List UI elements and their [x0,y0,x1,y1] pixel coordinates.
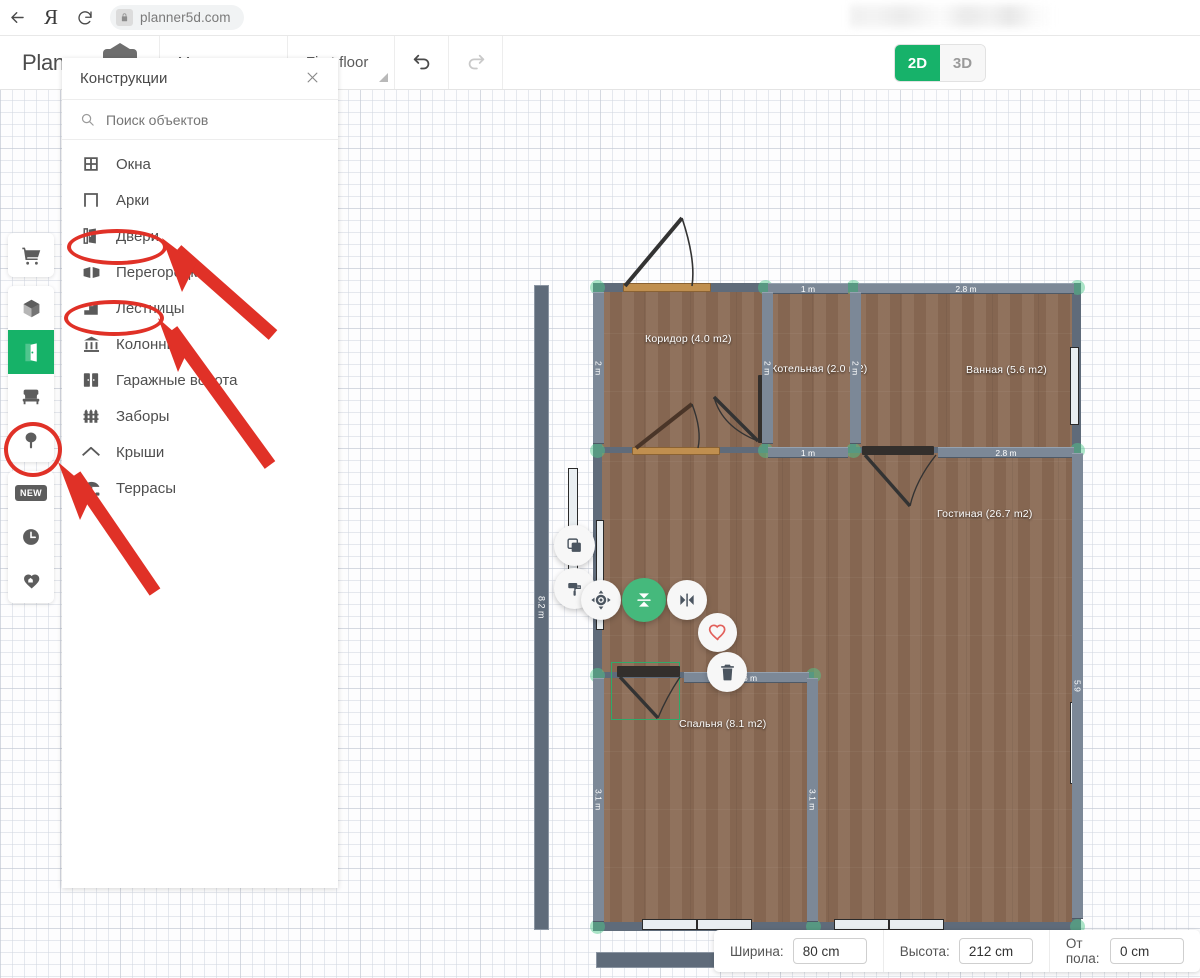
width-label: Ширина: [730,943,784,959]
column-icon [80,335,102,354]
floor-offset-label: От пола: [1065,936,1100,966]
floor-offset-input[interactable]: 0 cm [1110,938,1184,964]
room-label-vannaya: Ванная (5.6 m2) [966,364,1047,376]
move-icon[interactable] [581,580,621,620]
favorite-icon[interactable] [698,613,737,652]
panel-item-label: Гаражные ворота [116,371,238,389]
redacted-region [850,5,1050,27]
favorites-icon[interactable] [8,559,54,603]
dim-mid-left[interactable]: 1 m [768,447,848,458]
panel-item-garazhnye-vorota[interactable]: Гаражные ворота [62,362,338,398]
constructions-icon[interactable] [8,330,54,374]
left-toolbar: NEW [8,233,54,603]
height-group: Высота: 212 cm [884,930,1050,972]
dim-boiler-right[interactable]: 2 m [850,292,861,444]
toolbar-group-cart [8,233,54,277]
partition-icon [80,263,102,282]
panel-item-terrasy[interactable]: Террасы [62,470,338,506]
window-bottom-2[interactable] [697,919,752,930]
view-2d-button[interactable]: 2D [895,45,940,81]
dim-boiler-left[interactable]: 2 m [762,292,773,444]
wall-node[interactable] [590,443,605,458]
reload-icon[interactable] [68,1,102,35]
window-bottom-4[interactable] [889,919,944,930]
materials-icon[interactable] [8,286,54,330]
door-swing-arc-bedroom [618,675,681,720]
arch-icon [80,191,102,209]
redo-icon[interactable] [449,36,504,89]
dim-right-side[interactable]: 5.9 [1072,453,1083,919]
door-swing-arc-boiler [712,395,760,443]
room-label-gostinaya: Гостиная (26.7 m2) [937,508,1033,520]
panel-item-label: Заборы [116,407,170,425]
width-input[interactable]: 80 cm [792,938,867,964]
dim-top-right[interactable]: 2.8 m [858,283,1074,294]
undo-icon[interactable] [395,36,450,89]
back-arrow-icon[interactable] [0,1,34,35]
panel-title: Конструкции [80,70,168,87]
panel-item-label: Окна [116,155,151,173]
new-badge-icon[interactable]: NEW [8,471,54,515]
search-row[interactable] [62,100,338,140]
room-label-koridor: Коридор (4.0 m2) [645,333,732,345]
window-bottom-1[interactable] [642,919,697,930]
panel-item-okna[interactable]: Окна [62,146,338,182]
annotation-ellipse-doors [64,300,164,336]
door-swing-arc-living [863,453,937,508]
terrace-icon [80,479,102,498]
width-group: Ширина: 80 cm [714,930,884,972]
app-root: Я planner5d.com Planner 5d Мои проекты F… [0,0,1200,978]
window-right-upper[interactable] [1070,347,1079,425]
garage-door-icon [80,371,102,389]
view-3d-button[interactable]: 3D [940,45,985,81]
lock-icon [116,9,133,26]
flip-h-icon[interactable] [667,580,707,620]
floor-offset-group: От пола: 0 cm [1050,930,1200,972]
object-properties-bar: Ширина: 80 cm Высота: 212 cm От пола: 0 … [714,930,1200,972]
cart-icon[interactable] [8,233,54,277]
search-input[interactable] [106,111,296,128]
yandex-logo-icon: Я [43,5,58,29]
delete-icon[interactable] [707,652,747,692]
toolbar-group-extras: NEW [8,471,54,603]
roof-icon [80,442,102,462]
fence-icon [80,407,102,425]
resize-corner-icon [379,73,389,82]
window-bottom-3[interactable] [834,919,889,930]
panel-header: Конструкции [62,58,338,100]
dim-mid-right[interactable]: 2.8 m [938,447,1074,458]
view-mode-toggle[interactable]: 2D 3D [895,45,985,81]
furniture-icon[interactable] [8,374,54,418]
dim-overall-height[interactable]: 8.2 m [534,285,549,930]
window-icon [80,155,102,173]
search-icon [80,112,95,127]
height-input[interactable]: 212 cm [958,938,1033,964]
address-bar[interactable]: planner5d.com [110,5,244,30]
annotation-ellipse-tool [4,422,62,477]
room-label-spalnya: Спальня (8.1 m2) [679,718,767,730]
height-label: Высота: [899,943,950,959]
dim-top-left[interactable]: 1 m [768,283,848,294]
panel-item-label: Террасы [116,479,176,497]
dim-left-lower[interactable]: 3.1 m [593,678,604,922]
browser-toolbar: Я planner5d.com [0,0,1200,36]
panel-item-label: Колонны [116,335,178,353]
flip-v-icon[interactable] [622,578,666,622]
door-swing-arc-top [623,216,694,288]
panel-item-label: Перегородки [116,263,206,281]
history-icon[interactable] [8,515,54,559]
dim-left-upper[interactable]: 2 m [593,292,604,444]
close-icon[interactable] [305,70,320,88]
panel-item-arki[interactable]: Арки [62,182,338,218]
wall-node[interactable] [846,443,861,458]
panel-item-kryshi[interactable]: Крыши [62,434,338,470]
annotation-ellipse-windows [67,229,167,265]
panel-item-label: Крыши [116,443,165,461]
dim-bedroom-right[interactable]: 3.1 m [807,678,818,922]
panel-item-zabory[interactable]: Заборы [62,398,338,434]
panel-item-label: Арки [116,191,150,209]
constructions-panel: Конструкции Окна Арки [62,58,338,888]
url-text: planner5d.com [140,10,231,25]
duplicate-icon[interactable] [554,525,595,566]
